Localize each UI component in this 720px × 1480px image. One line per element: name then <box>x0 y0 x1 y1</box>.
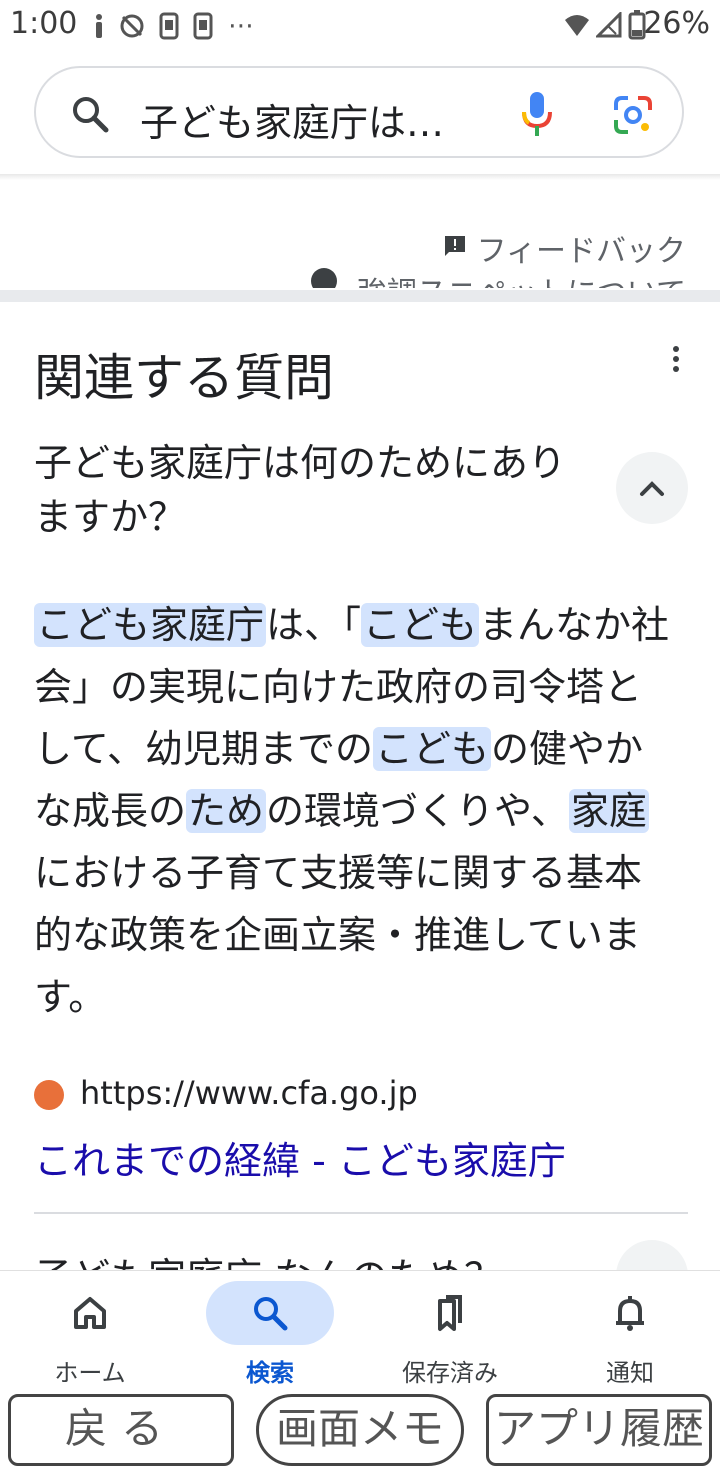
source-title-link[interactable]: これまでの経緯 - こども家庭庁 <box>34 1130 566 1185</box>
feedback-label: フィードバック <box>476 234 686 269</box>
signal-icon <box>594 10 622 38</box>
source-favicon <box>34 1080 64 1110</box>
snippet-link-cutoff <box>34 160 234 180</box>
app-history-button[interactable]: アプリ履歴 <box>486 1394 712 1466</box>
search-query[interactable]: 子ども家庭庁は… <box>140 92 444 147</box>
nav-search[interactable]: 検索 <box>180 1271 360 1391</box>
search-bar[interactable]: 子ども家庭庁は… <box>34 66 684 158</box>
nav-notifications-label: 通知 <box>606 1359 654 1387</box>
home-icon <box>74 1297 106 1329</box>
no-sync-icon <box>118 12 144 40</box>
search-icon[interactable] <box>70 94 110 134</box>
battery-percent: 26% <box>643 6 710 41</box>
nav-search-label: 検索 <box>246 1359 294 1387</box>
expand-question-button[interactable] <box>616 1240 688 1270</box>
answer-text-segment: における子育て支援等に関する基本的な政策を企画立案・推進しています。 <box>34 851 643 1019</box>
nav-saved[interactable]: 保存済み <box>360 1271 540 1391</box>
google-lens-icon[interactable] <box>612 94 654 136</box>
related-questions-title: 関連する質問 <box>34 349 334 407</box>
feedback-button[interactable]: フィードバック <box>443 226 686 270</box>
answer-text-segment: の環境づくりや、 <box>266 789 569 833</box>
answer-highlight: ため <box>186 789 267 833</box>
section-divider <box>0 290 720 302</box>
help-icon <box>311 268 338 288</box>
question-2-text: 子ども家庭庁 なんのため？ <box>34 1246 502 1270</box>
status-time: 1:00 <box>10 6 78 41</box>
info-icon <box>86 12 112 40</box>
question-divider <box>34 1212 688 1214</box>
answer-snippet: こども家庭庁は、「こどもまんなか社会」の実現に向けた政府の司令塔として、幼児期ま… <box>34 594 674 1028</box>
nav-home-label: ホーム <box>54 1359 126 1387</box>
search-icon <box>254 1297 288 1331</box>
back-button[interactable]: 戻る <box>8 1394 234 1466</box>
answer-highlight: こども家庭庁 <box>34 603 267 647</box>
status-bar: 1:00 ⋯ 26% <box>0 0 720 52</box>
bookmarks-icon <box>438 1295 462 1331</box>
about-snippet-label: 強調スニペットについて <box>357 276 686 288</box>
answer-highlight: こども <box>372 727 491 771</box>
microphone-icon[interactable] <box>520 90 554 138</box>
answer-highlight: こども <box>361 603 480 647</box>
answer-text-segment: は、「 <box>266 603 362 647</box>
bell-icon <box>616 1296 644 1331</box>
more-options-icon[interactable] <box>664 344 688 374</box>
collapse-question-button[interactable] <box>616 452 688 524</box>
source-url: https://www.cfa.go.jp <box>80 1074 418 1112</box>
nav-saved-label: 保存済み <box>402 1359 498 1387</box>
nav-notifications[interactable]: 通知 <box>540 1271 720 1391</box>
about-snippet-link[interactable]: 強調スニペットについて <box>311 268 686 288</box>
chevron-up-icon <box>640 481 664 496</box>
nav-home[interactable]: ホーム <box>0 1271 180 1391</box>
bottom-navigation: ホーム 検索 保存済み 通知 <box>0 1270 720 1391</box>
device-icon <box>190 12 216 40</box>
wifi-icon <box>564 12 590 38</box>
more-notifications-icon: ⋯ <box>228 11 254 41</box>
question-2[interactable]: 子ども家庭庁 なんのため？ <box>34 1240 594 1270</box>
question-1[interactable]: 子ども家庭庁は何のためにありますか？ <box>34 436 594 544</box>
screen-memo-button[interactable]: 画面メモ <box>256 1394 464 1466</box>
device-icon <box>156 12 182 40</box>
answer-highlight: 家庭 <box>568 789 649 833</box>
system-button-bar: 戻る 画面メモ アプリ履歴 <box>0 1390 720 1480</box>
feedback-icon <box>443 231 467 266</box>
chevron-icon <box>616 1240 688 1270</box>
